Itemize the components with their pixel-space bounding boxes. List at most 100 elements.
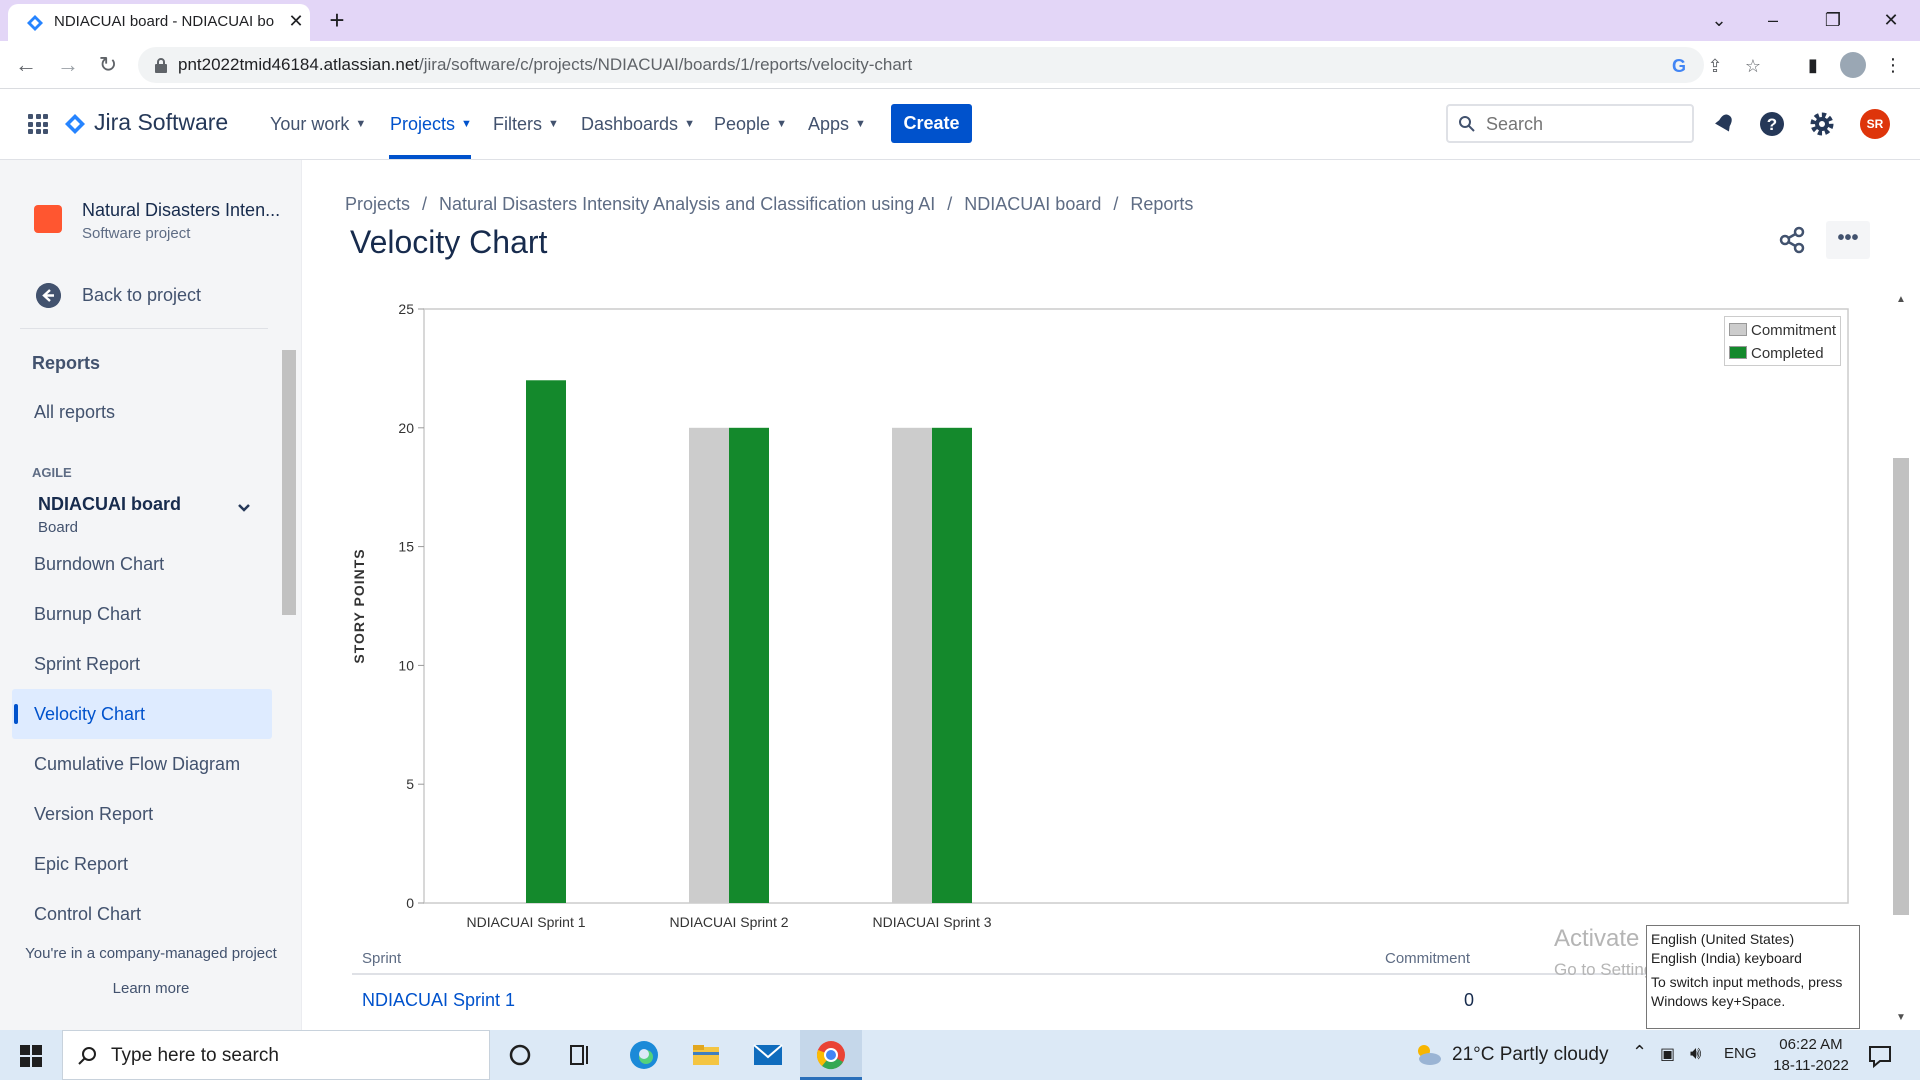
- nav-apps[interactable]: Apps ▼: [808, 114, 866, 135]
- bar-completed-2: [729, 427, 769, 903]
- ime-line: Windows key+Space.: [1651, 993, 1786, 1009]
- nav-your-work[interactable]: Your work ▼: [270, 114, 366, 135]
- nav-people[interactable]: People ▼: [714, 114, 787, 135]
- sidebar-item-sprint-report[interactable]: Sprint Report: [34, 654, 140, 675]
- ime-line: To switch input methods, press: [1651, 974, 1843, 990]
- y-tick-label: 15: [398, 539, 414, 555]
- bar-commitment-2: [689, 427, 729, 903]
- board-selector-name[interactable]: NDIACUAI board: [38, 494, 181, 515]
- share-icon[interactable]: [1776, 224, 1808, 256]
- cortana-icon[interactable]: [502, 1037, 538, 1073]
- sidebar-item-version-report[interactable]: Version Report: [34, 804, 153, 825]
- y-tick-label: 10: [398, 657, 414, 673]
- jira-logo-icon[interactable]: [64, 113, 86, 135]
- url-text: pnt2022tmid46184.atlassian.net/jira/soft…: [178, 55, 913, 74]
- table-header-commitment: Commitment: [1385, 950, 1471, 967]
- browser-tab[interactable]: NDIACUAI board - NDIACUAI bo ✕: [8, 4, 310, 41]
- address-bar[interactable]: pnt2022tmid46184.atlassian.net/jira/soft…: [138, 47, 1761, 83]
- side-panel-icon[interactable]: ▮: [1800, 52, 1826, 78]
- google-icon[interactable]: G: [1668, 55, 1690, 77]
- notification-center-icon[interactable]: [1862, 1037, 1898, 1073]
- volume-icon[interactable]: 🔊︎: [1690, 1043, 1701, 1064]
- windows-start-icon[interactable]: [20, 1045, 42, 1067]
- breadcrumb-projects[interactable]: Projects: [345, 194, 410, 214]
- chevron-down-icon[interactable]: [234, 498, 254, 518]
- reload-icon[interactable]: ↻: [94, 51, 122, 79]
- tab-search-icon[interactable]: ⌄: [1704, 6, 1734, 34]
- nav-dashboards[interactable]: Dashboards ▼: [581, 114, 695, 135]
- close-window-button[interactable]: ✕: [1876, 6, 1906, 34]
- minimize-button[interactable]: –: [1758, 6, 1788, 34]
- tab-close-icon[interactable]: ✕: [284, 9, 308, 33]
- more-actions-button[interactable]: •••: [1826, 221, 1870, 259]
- reports-heading: Reports: [32, 353, 101, 373]
- bookmark-star-icon[interactable]: ☆: [1742, 55, 1764, 77]
- breadcrumb-board[interactable]: NDIACUAI board: [964, 194, 1101, 214]
- main-scrollbar-thumb[interactable]: [1893, 458, 1909, 915]
- settings-gear-icon[interactable]: [1808, 110, 1836, 138]
- taskbar-clock[interactable]: 06:22 AM 18-11-2022: [1766, 1034, 1856, 1076]
- file-explorer-icon[interactable]: [688, 1037, 724, 1073]
- app-switcher-icon[interactable]: [28, 114, 48, 134]
- chrome-menu-icon[interactable]: ⋮: [1880, 52, 1906, 78]
- search-icon: [1459, 116, 1475, 132]
- nav-projects[interactable]: Projects ▼: [390, 114, 472, 135]
- windows-taskbar: Type here to search 21°C Partly cloudy ⌃…: [0, 1030, 1920, 1080]
- back-to-project-link[interactable]: Back to project: [82, 285, 201, 306]
- browser-toolbar: ← → ↻ pnt2022tmid46184.atlassian.net/jir…: [0, 41, 1920, 89]
- board-selector-type: Board: [38, 519, 79, 536]
- learn-more-link[interactable]: Learn more: [0, 980, 302, 997]
- table-row-sprint-link[interactable]: NDIACUAI Sprint 1: [362, 990, 515, 1011]
- sidebar-scrollbar-thumb[interactable]: [282, 350, 296, 615]
- sidebar-divider: [20, 328, 268, 329]
- help-icon[interactable]: ?: [1758, 110, 1786, 138]
- clock-time: 06:22 AM: [1779, 1036, 1843, 1053]
- weather-partly-cloudy-icon[interactable]: [1410, 1037, 1446, 1073]
- sidebar-item-all-reports[interactable]: All reports: [34, 402, 115, 423]
- user-avatar[interactable]: SR: [1860, 109, 1890, 139]
- create-button[interactable]: Create: [891, 104, 972, 143]
- sidebar-item-cumulative-flow-diagram[interactable]: Cumulative Flow Diagram: [34, 754, 240, 775]
- sidebar-item-burndown-chart[interactable]: Burndown Chart: [34, 554, 164, 575]
- y-axis-label: STORY POINTS: [351, 548, 367, 663]
- jira-favicon-icon: [27, 15, 43, 31]
- sidebar-item-burnup-chart[interactable]: Burnup Chart: [34, 604, 141, 625]
- search-input[interactable]: [1486, 112, 1686, 136]
- restore-button[interactable]: ❐: [1818, 6, 1848, 34]
- project-name[interactable]: Natural Disasters Inten...: [82, 200, 282, 221]
- scroll-up-arrow-icon[interactable]: ▲: [1896, 294, 1906, 305]
- weather-text[interactable]: 21°C Partly cloudy: [1452, 1044, 1609, 1066]
- scroll-down-arrow-icon[interactable]: ▼: [1896, 1012, 1906, 1023]
- tray-chevron-up-icon[interactable]: ⌃: [1632, 1042, 1647, 1063]
- breadcrumb-project[interactable]: Natural Disasters Intensity Analysis and…: [439, 194, 935, 214]
- back-arrow-icon[interactable]: ←: [12, 51, 40, 79]
- back-arrow-circle-icon[interactable]: [36, 283, 61, 308]
- y-tick-label: 5: [406, 776, 414, 792]
- bar-commitment-3: [892, 427, 932, 903]
- chart-legend: Commitment Completed: [1724, 316, 1841, 366]
- language-indicator[interactable]: ENG: [1724, 1045, 1757, 1062]
- y-tick-label: 20: [398, 420, 414, 436]
- task-view-icon[interactable]: [562, 1037, 598, 1073]
- velocity-chart: 0 5 10 15 20 25 STORY POINTS NDIACUAI Sprint 1 N…: [351, 301, 1849, 930]
- breadcrumb-reports[interactable]: Reports: [1130, 194, 1193, 214]
- product-name[interactable]: Jira Software: [94, 109, 228, 136]
- sidebar-item-control-chart[interactable]: Control Chart: [34, 904, 141, 925]
- sidebar-item-epic-report[interactable]: Epic Report: [34, 854, 128, 875]
- mail-icon[interactable]: [750, 1037, 786, 1073]
- nav-filters[interactable]: Filters ▼: [493, 114, 559, 135]
- edge-browser-icon[interactable]: [626, 1037, 662, 1073]
- new-tab-button[interactable]: +: [322, 7, 352, 35]
- sidebar-item-velocity-chart[interactable]: Velocity Chart: [34, 704, 145, 725]
- notifications-bell-icon[interactable]: [1710, 110, 1738, 138]
- forward-arrow-icon[interactable]: →: [54, 51, 82, 79]
- taskbar-search-box[interactable]: Type here to search: [62, 1030, 490, 1080]
- tab-title: NDIACUAI board - NDIACUAI bo: [54, 13, 275, 30]
- share-page-icon[interactable]: ⇪: [1704, 55, 1726, 77]
- profile-avatar[interactable]: [1840, 52, 1866, 78]
- search-box[interactable]: [1446, 104, 1694, 143]
- chrome-icon[interactable]: [813, 1037, 849, 1073]
- page-title: Velocity Chart: [350, 224, 548, 260]
- project-type: Software project: [82, 225, 191, 242]
- meet-now-icon[interactable]: ▣: [1660, 1044, 1675, 1064]
